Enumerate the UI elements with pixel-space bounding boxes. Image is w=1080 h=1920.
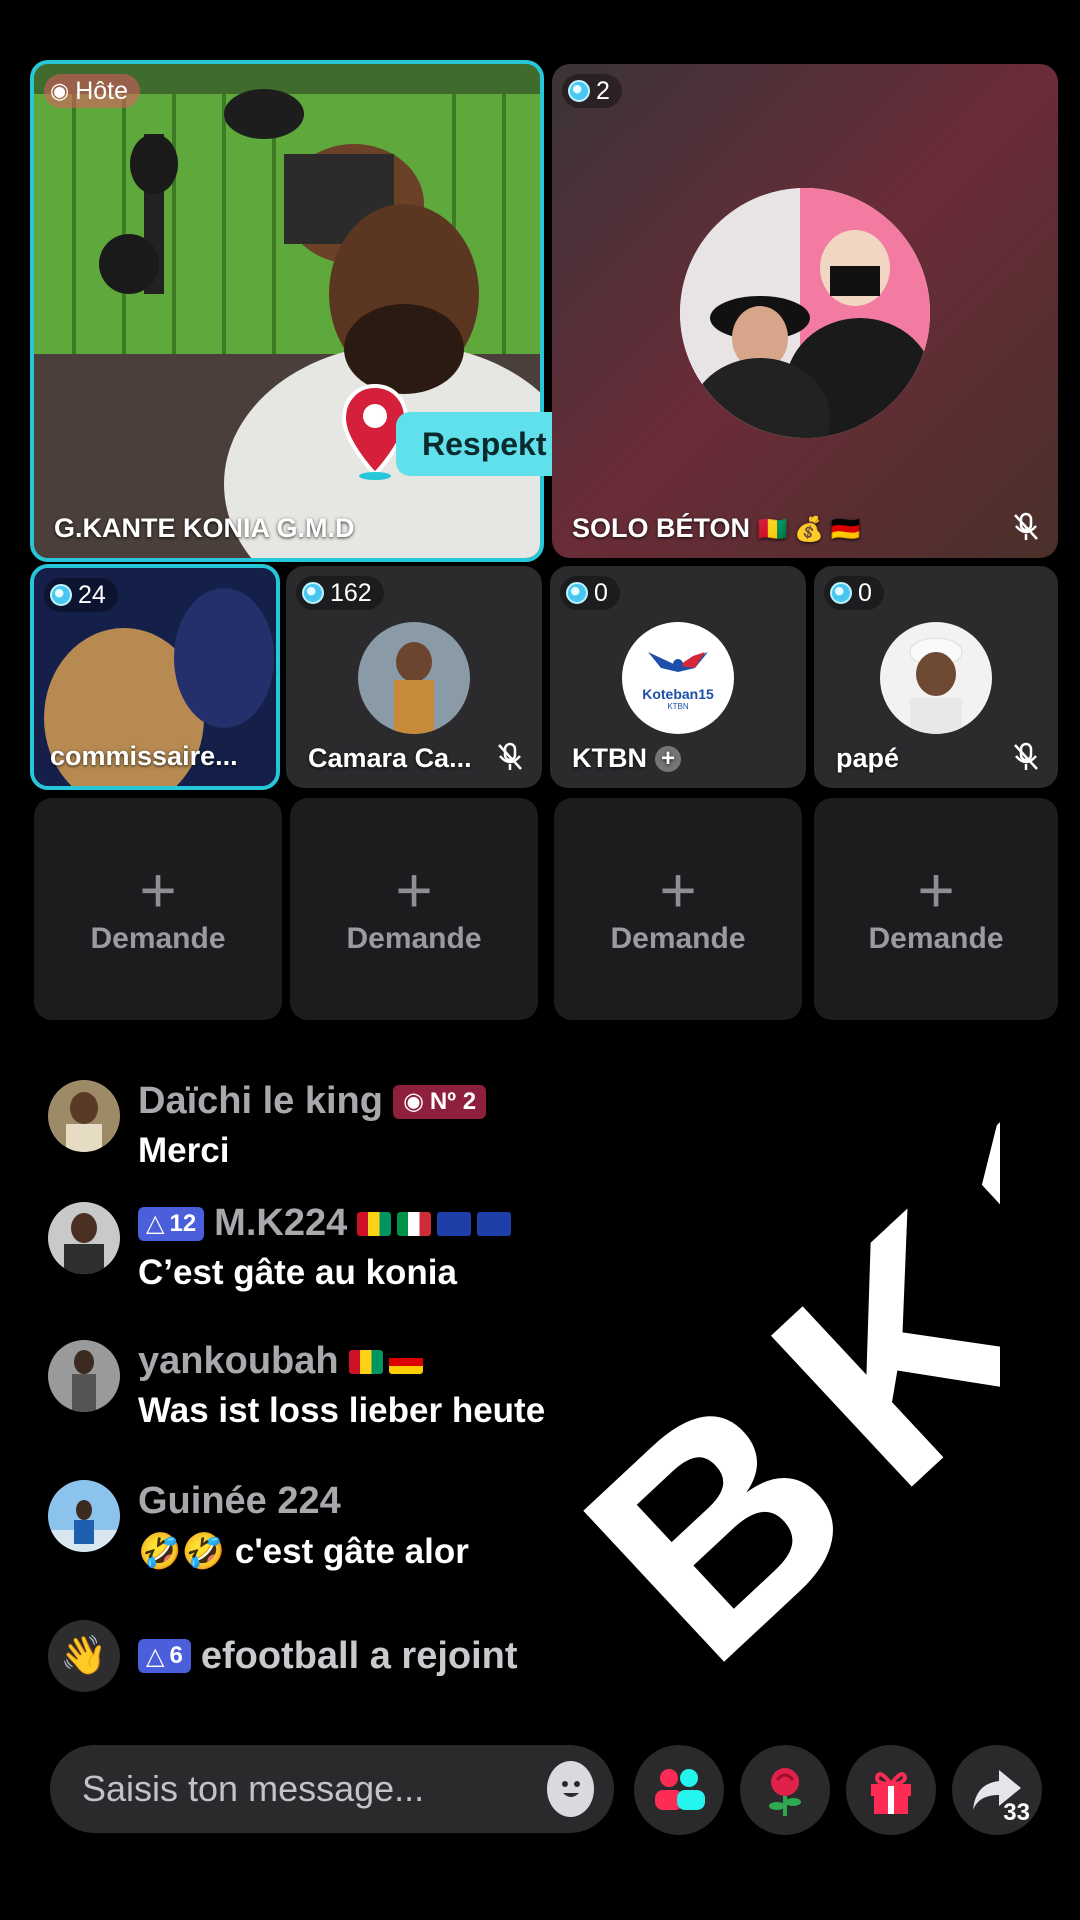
avatar[interactable] [48, 1480, 120, 1552]
plus-icon: + [395, 854, 433, 926]
watermark-text: BK1 [524, 1060, 1000, 1722]
gift-button[interactable] [846, 1745, 936, 1835]
mic-off-icon [1014, 742, 1038, 770]
share-count: 33 [1003, 1799, 1030, 1826]
multi-guest-button[interactable] [634, 1745, 724, 1835]
host-icon: ◉ [50, 78, 70, 103]
plus-icon: + [659, 854, 697, 926]
gem-icon [50, 584, 72, 606]
chat-text: 🤣🤣 c'est gâte alor [138, 1532, 469, 1571]
request-slot-3[interactable]: + Demande [554, 798, 802, 1020]
eagle-logo-icon [648, 651, 708, 672]
guest-2-count-badge: 162 [296, 576, 384, 610]
guest-2-avatar [358, 622, 470, 734]
guest-3-count-badge: 0 [560, 576, 620, 610]
guest-tile-main[interactable]: 2 SOLO BÉTON 🇬🇳 💰 🇩🇪 [552, 64, 1058, 558]
follow-plus-icon[interactable]: + [655, 745, 681, 772]
plus-icon: + [917, 854, 955, 926]
host-badge: ◉ Hôte [44, 74, 141, 108]
guest-tile-4[interactable]: 0 papé [814, 566, 1058, 788]
guest-count-badge: 2 [562, 74, 622, 108]
host-tile[interactable]: ◉ Hôte G.KANTE KONIA G.M.D [30, 60, 544, 562]
guest-4-name: papé [836, 743, 900, 773]
host-video [34, 64, 540, 558]
chat-username[interactable]: △ 12 M.K224 [138, 1202, 512, 1245]
gem-icon [302, 582, 324, 604]
level-icon: △ [146, 1642, 165, 1670]
gem-icon [830, 582, 852, 604]
guest-4-avatar [880, 622, 992, 734]
share-button[interactable]: 33 [952, 1745, 1042, 1835]
avatar[interactable] [48, 1202, 120, 1274]
guest-2-name: Camara Ca... [308, 743, 472, 773]
gift-icon [871, 1772, 911, 1814]
chat-text: C’est gâte au konia [138, 1253, 457, 1292]
mic-off-icon [498, 742, 522, 770]
chat-message[interactable]: Guinée 224 🤣🤣 c'est gâte alor [48, 1480, 469, 1572]
guest-1-name: commissaire... [50, 741, 238, 771]
gem-icon [568, 80, 590, 102]
join-notification: 👋 △ 6 efootball a rejoint [48, 1620, 518, 1692]
guinea-flag-icon [357, 1211, 392, 1236]
avatar[interactable] [48, 1340, 120, 1412]
message-input-bar[interactable] [50, 1745, 614, 1833]
level-badge: △ 6 [138, 1639, 191, 1673]
chat-message[interactable]: Daïchi le king ◉ Nº 2 Merci [48, 1080, 487, 1171]
italy-flag-icon [397, 1211, 432, 1236]
mic-off-icon [1014, 512, 1038, 540]
request-slot-4[interactable]: + Demande [814, 798, 1058, 1020]
rose-gift-button[interactable] [740, 1745, 830, 1835]
wave-icon: 👋 [48, 1620, 120, 1692]
message-input[interactable] [82, 1768, 547, 1810]
guest-3-avatar: Koteban15 KTBN [622, 622, 734, 734]
guest-main-name: SOLO BÉTON 🇬🇳 💰 🇩🇪 [572, 513, 861, 543]
guest-4-count-badge: 0 [824, 576, 884, 610]
guest-tile-2[interactable]: 162 Camara Ca... [286, 566, 542, 788]
level-icon: △ [146, 1210, 165, 1237]
gem-icon [566, 582, 588, 604]
eu-flag-icon [477, 1211, 512, 1236]
join-text: efootball a rejoint [200, 1634, 518, 1677]
flags [348, 1349, 423, 1374]
flags [357, 1211, 512, 1236]
level-badge: △ 12 [138, 1206, 205, 1241]
guest-main-avatar [680, 188, 930, 438]
guest-tile-1[interactable]: 24 commissaire... [30, 564, 280, 790]
chat-text: Merci [138, 1131, 230, 1170]
request-slot-1[interactable]: + Demande [34, 798, 282, 1020]
rose-icon [769, 1768, 801, 1816]
rank-badge: ◉ Nº 2 [392, 1084, 487, 1119]
chat-username[interactable]: Daïchi le king ◉ Nº 2 [138, 1080, 487, 1123]
chat-username[interactable]: yankoubah [138, 1340, 545, 1383]
avatar[interactable] [48, 1080, 120, 1152]
guinea-flag-icon [348, 1349, 383, 1374]
host-name: G.KANTE KONIA G.M.D [54, 513, 355, 543]
guest-main-emojis: 🇬🇳 💰 🇩🇪 [757, 516, 861, 543]
germany-flag-icon [388, 1349, 423, 1374]
multi-guest-icon [655, 1769, 705, 1810]
chat-message[interactable]: yankoubah Was ist loss lieber heute [48, 1340, 545, 1431]
eu-flag-icon [437, 1211, 472, 1236]
ranking-icon: ◉ [402, 1088, 424, 1115]
guest-tile-3[interactable]: 0 Koteban15 KTBN KTBN + [550, 566, 806, 788]
chat-text: Was ist loss lieber heute [138, 1391, 546, 1430]
chat-message[interactable]: △ 12 M.K224 C’est gâte au konia [48, 1202, 512, 1293]
guest-1-count-badge: 24 [44, 578, 118, 612]
request-slot-2[interactable]: + Demande [290, 798, 538, 1020]
face-icon[interactable] [547, 1761, 594, 1817]
chat-username[interactable]: Guinée 224 [138, 1480, 469, 1523]
plus-icon: + [139, 854, 177, 926]
guest-3-name: KTBN + [572, 743, 681, 774]
